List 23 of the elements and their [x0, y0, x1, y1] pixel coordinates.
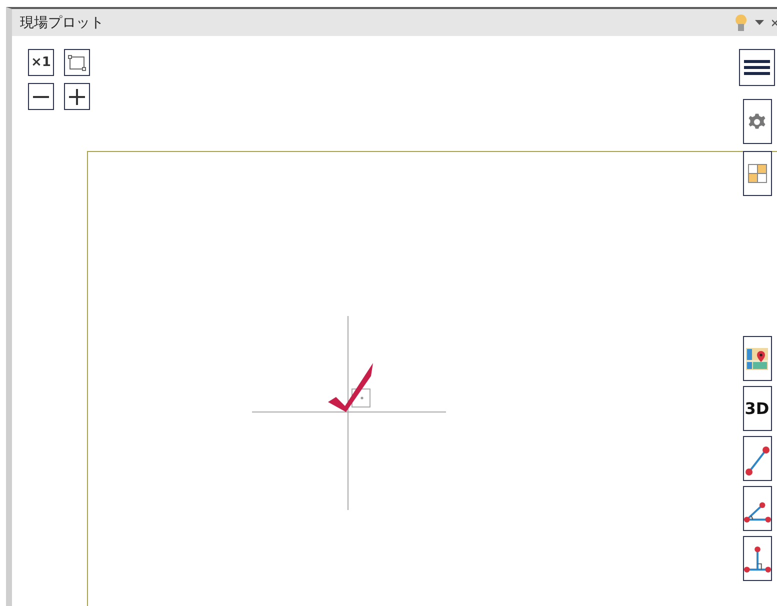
layout-button[interactable]	[742, 151, 772, 196]
plus-icon	[69, 88, 85, 104]
zoom-out-button[interactable]	[28, 83, 54, 110]
settings-button[interactable]	[742, 99, 772, 144]
frame-button[interactable]	[64, 49, 90, 76]
actual-size-button[interactable]: ×1	[28, 49, 54, 76]
perpendicular-button[interactable]	[742, 536, 772, 581]
lightbulb-icon	[735, 14, 747, 32]
zoom-in-button[interactable]	[64, 83, 90, 110]
menu-button[interactable]	[739, 49, 775, 86]
caret-icon[interactable]	[755, 20, 764, 25]
frame-icon	[68, 54, 86, 70]
close-icon[interactable]	[772, 18, 777, 26]
panel-title: 現場プロット	[20, 14, 105, 32]
map-button[interactable]	[742, 336, 772, 381]
menu-icon	[744, 59, 770, 76]
settings-icon	[748, 112, 766, 130]
map-pin-icon	[746, 348, 768, 370]
grid-icon	[748, 164, 766, 183]
angle-button[interactable]	[742, 486, 772, 531]
view-3d-button[interactable]: 3D	[742, 386, 772, 431]
minus-icon	[33, 96, 49, 98]
line-button[interactable]	[742, 436, 772, 481]
